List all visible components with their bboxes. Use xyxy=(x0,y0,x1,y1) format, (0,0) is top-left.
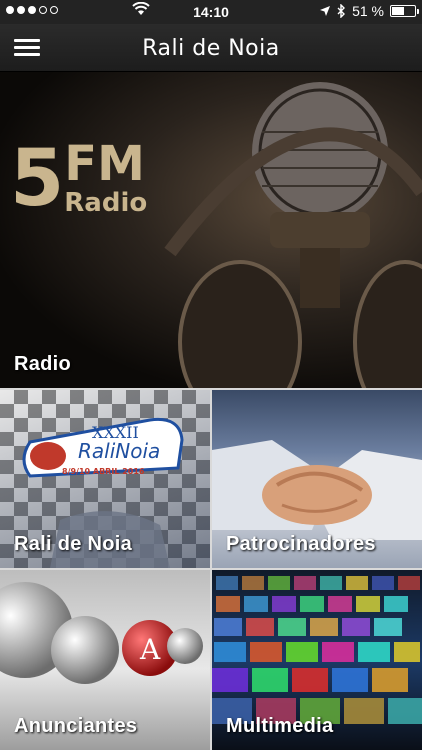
tile-rali-de-noia[interactable]: XXXII RaliNoia 8/9/10 ABRIL 2016 Rali de… xyxy=(0,390,210,568)
tile-label-radio: Radio xyxy=(14,353,72,375)
tile-anunciantes[interactable]: A Anunciantes xyxy=(0,570,210,750)
battery-percent: 51 % xyxy=(352,3,384,19)
bluetooth-icon xyxy=(337,4,346,18)
tile-radio[interactable]: 5 FM Radio Radio xyxy=(0,72,422,388)
svg-text:A: A xyxy=(139,633,161,666)
location-arrow-icon xyxy=(320,6,331,16)
svg-text:8/9/10 ABRIL 2016: 8/9/10 ABRIL 2016 xyxy=(62,467,145,476)
tile-label-patrocinadores: Patrocinadores xyxy=(226,533,376,555)
tile-multimedia[interactable]: Multimedia xyxy=(212,570,422,750)
tile-label-multimedia: Multimedia xyxy=(226,715,334,737)
svg-text:RaliNoia: RaliNoia xyxy=(78,439,160,463)
tile-label-anunciantes: Anunciantes xyxy=(14,715,138,737)
page-title: Rali de Noia xyxy=(142,36,280,61)
status-bar: 14:10 51 % xyxy=(0,0,422,24)
tile-patrocinadores[interactable]: Patrocinadores xyxy=(212,390,422,568)
battery-icon xyxy=(390,5,419,17)
tile-label-rali: Rali de Noia xyxy=(14,533,133,555)
nav-bar: Rali de Noia xyxy=(0,24,422,72)
microphone-image xyxy=(164,82,422,388)
radio-logo: 5 FM Radio xyxy=(10,134,148,224)
